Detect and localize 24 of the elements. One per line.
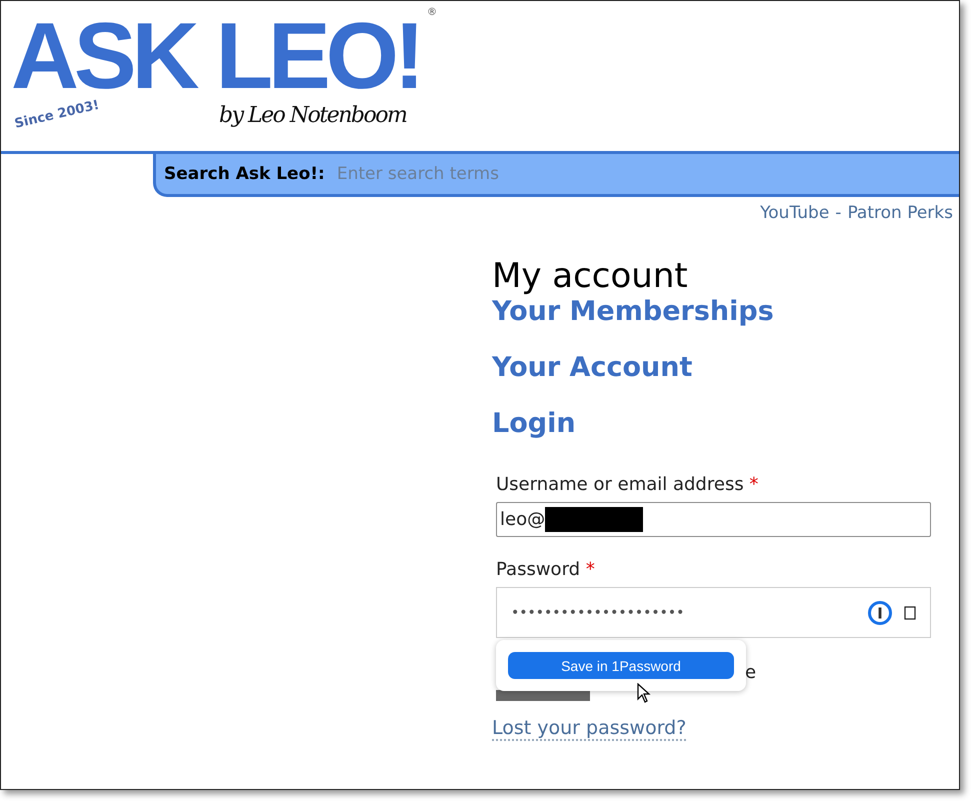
registered-mark: ® bbox=[427, 7, 437, 18]
header-link[interactable]: Patron Perks bbox=[847, 203, 953, 223]
account-link[interactable]: Your Account bbox=[492, 350, 692, 386]
since-label: Since 2003! bbox=[13, 98, 101, 132]
header-link[interactable]: YouTube bbox=[760, 203, 830, 223]
search-field[interactable]: Search Ask Leo!: Enter search terms bbox=[153, 154, 959, 197]
username-field[interactable]: leo@ bbox=[496, 502, 931, 538]
lost-password-link[interactable]: Lost your password? bbox=[492, 717, 686, 742]
search-label: Search Ask Leo!: bbox=[164, 164, 325, 184]
square-icon bbox=[904, 606, 916, 620]
remember-text: e bbox=[745, 662, 756, 684]
password-manager-icon[interactable] bbox=[868, 600, 892, 625]
logo-title: ASK LEO! bbox=[11, 11, 420, 100]
save-password-button[interactable]: Save in 1Password bbox=[508, 652, 734, 680]
username-label: Username or email address * bbox=[496, 474, 760, 496]
logo-tagline: by Leo Notenboom bbox=[219, 103, 406, 128]
link-separator: - bbox=[835, 203, 842, 223]
page-heading: My account bbox=[492, 257, 688, 296]
account-link[interactable]: Login bbox=[492, 406, 576, 442]
password-field[interactable]: ••••••••••••••••••••• bbox=[496, 587, 931, 638]
login-button[interactable] bbox=[496, 690, 590, 702]
search-input[interactable]: Enter search terms bbox=[334, 163, 959, 185]
account-link[interactable]: Your Memberships bbox=[492, 294, 774, 330]
password-label: Password * bbox=[496, 559, 596, 580]
